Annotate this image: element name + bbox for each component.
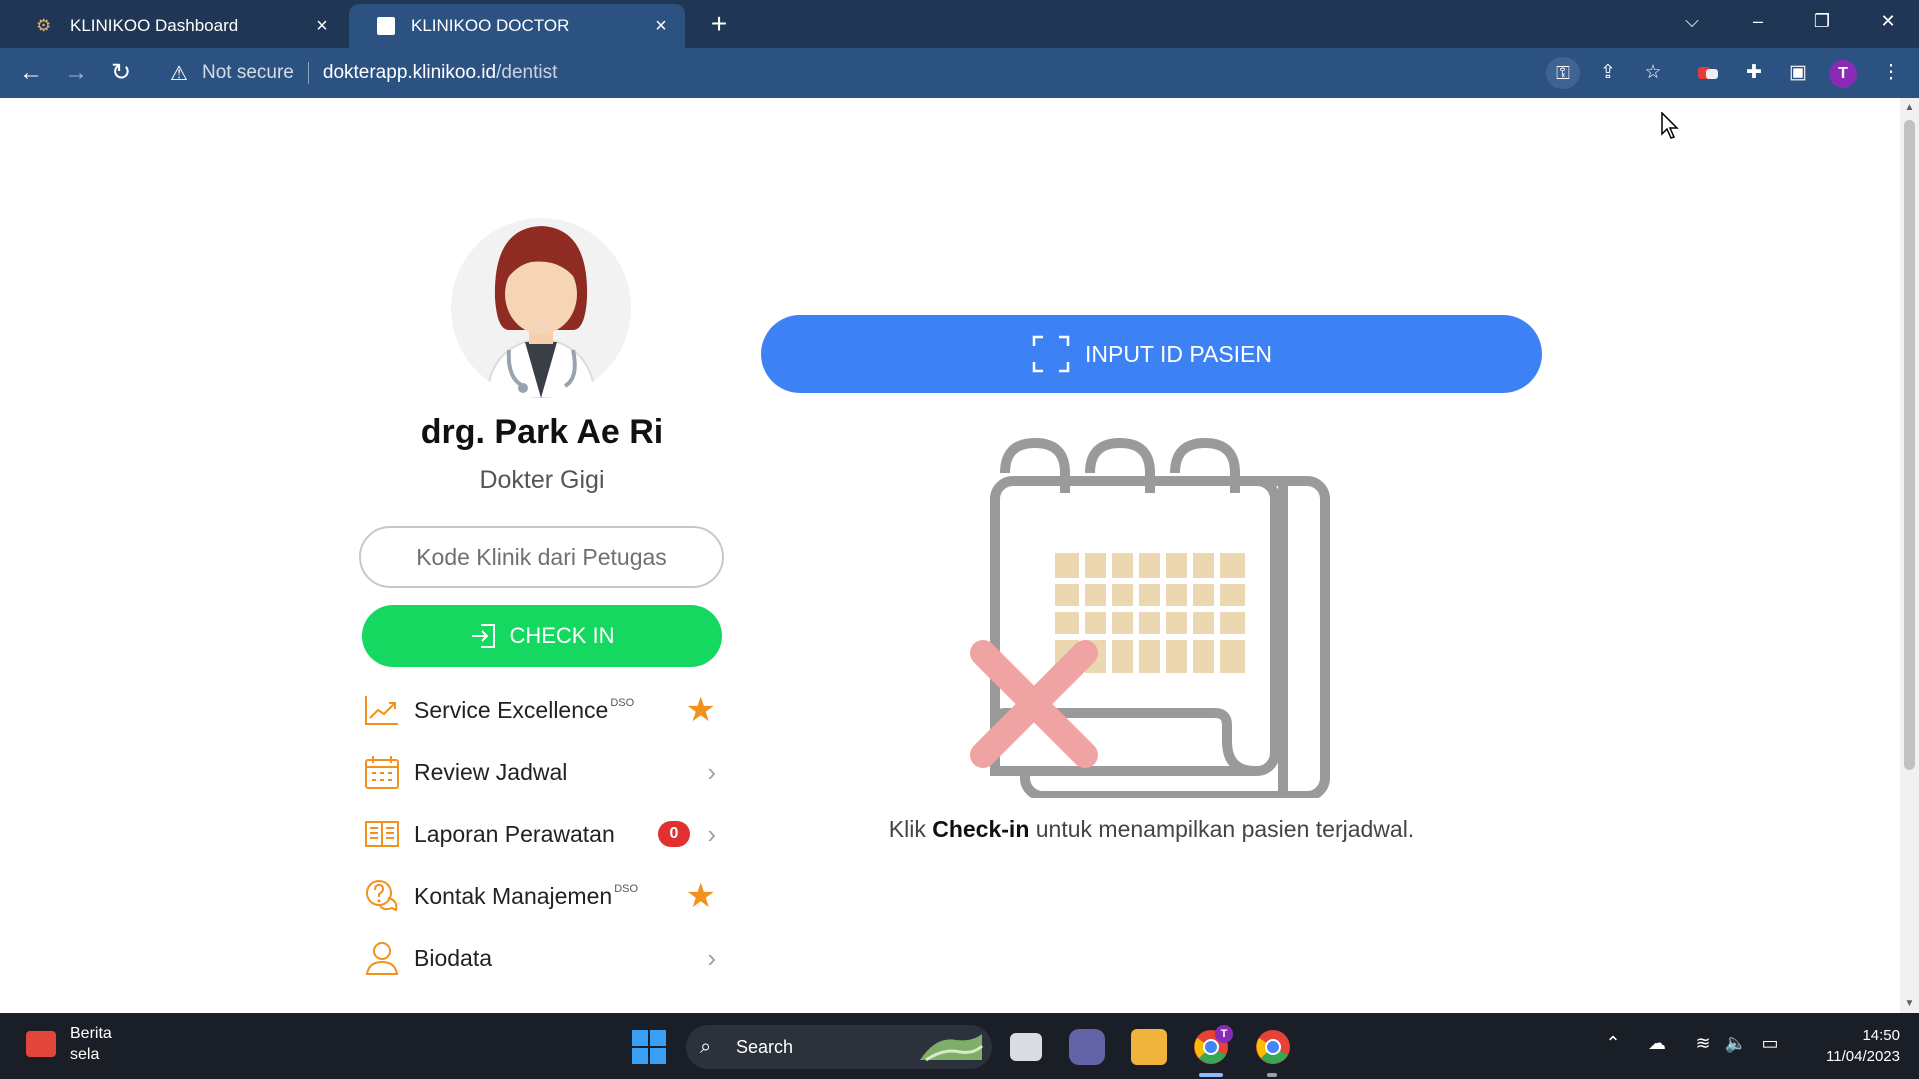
chevron-right-icon: › — [707, 942, 716, 973]
volume-icon[interactable]: 🔈 — [1722, 1033, 1750, 1054]
scrollbar-thumb[interactable] — [1904, 120, 1915, 770]
system-clock[interactable]: 14:50 11/04/2023 — [1790, 1025, 1900, 1067]
menu-item-label: Laporan Perawatan — [414, 820, 615, 847]
extension-icon[interactable] — [1697, 64, 1719, 82]
menu-item-kontak-manajemen[interactable]: Kontak Manajemen DSO ★ — [362, 871, 722, 921]
back-icon[interactable]: ← — [16, 58, 46, 88]
tab-title: KLINIKOO DOCTOR — [411, 16, 570, 35]
search-label: Search — [736, 1036, 794, 1057]
count-badge: 0 — [658, 821, 690, 847]
restore-icon[interactable]: ❐ — [1802, 6, 1842, 36]
scroll-up-arrow-icon[interactable]: ▲ — [1900, 102, 1919, 113]
doctor-name: drg. Park Ae Ri — [420, 413, 664, 451]
close-window-icon[interactable]: ✕ — [1868, 6, 1908, 36]
menu-item-laporan-perawatan[interactable]: Laporan Perawatan 0 › — [362, 809, 722, 859]
browser-tab-strip: ⚙ KLINIKOO Dashboard × KLINIKOO DOCTOR ×… — [0, 0, 1919, 48]
windows-taskbar: Berita sela ⌕ Search T ⌃ ☁ ≋ 🔈 ▭ 14:50 1… — [0, 1013, 1919, 1079]
menu-item-label: Biodata — [414, 944, 493, 971]
chrome-icon[interactable] — [1255, 1029, 1291, 1065]
task-view-icon[interactable] — [1010, 1033, 1042, 1061]
tab-title: KLINIKOO Dashboard — [70, 16, 239, 35]
search-highlight-image — [920, 1034, 984, 1062]
tab-klinikoo-dashboard[interactable]: ⚙ KLINIKOO Dashboard × — [8, 4, 346, 48]
security-label: Not secure — [202, 62, 294, 83]
clock-time: 14:50 — [1862, 1027, 1900, 1044]
check-in-label: CHECK IN — [509, 623, 615, 648]
bookmark-star-icon[interactable]: ☆ — [1638, 58, 1668, 88]
news-widget[interactable]: Berita sela — [26, 1023, 112, 1065]
show-hidden-icons-icon[interactable]: ⌃ — [1599, 1033, 1627, 1054]
user-icon — [365, 942, 399, 975]
url-host: dokterapp.klinikoo.id — [322, 62, 497, 83]
news-icon — [26, 1031, 56, 1057]
wifi-icon[interactable]: ≋ — [1689, 1033, 1717, 1054]
empty-state-hint: Klik Check-in untuk menampilkan pasien t… — [888, 816, 1415, 842]
clock-date: 11/04/2023 — [1826, 1048, 1900, 1065]
active-app-indicator — [1199, 1073, 1223, 1077]
dso-superscript: DSO — [610, 696, 635, 709]
taskbar-search[interactable]: ⌕ Search — [686, 1025, 992, 1069]
mouse-cursor-icon — [1661, 112, 1679, 139]
tab-klinikoo-doctor[interactable]: KLINIKOO DOCTOR × — [349, 4, 685, 48]
menu-item-label: Kontak Manajemen DSO — [414, 882, 639, 909]
news-title: Berita — [70, 1025, 112, 1042]
scan-icon — [1032, 335, 1070, 373]
input-patient-id-button[interactable]: INPUT ID PASIEN — [761, 315, 1542, 393]
menu-item-label: Service Excellence DSO — [414, 696, 635, 723]
password-key-icon[interactable]: ⚿ — [1546, 57, 1580, 89]
calendar-icon — [365, 756, 399, 789]
battery-icon[interactable]: ▭ — [1756, 1033, 1784, 1054]
onedrive-cloud-icon[interactable]: ☁ — [1643, 1033, 1671, 1054]
more-menu-icon[interactable]: ⋮ — [1876, 58, 1906, 88]
file-explorer-icon[interactable] — [1131, 1029, 1167, 1065]
reload-icon[interactable]: ↻ — [106, 58, 136, 88]
windows-start-icon[interactable] — [631, 1029, 667, 1065]
dso-superscript: DSO — [614, 882, 639, 895]
search-icon: ⌕ — [700, 1035, 712, 1058]
tab-search-icon[interactable]: ⌵ — [1672, 6, 1712, 36]
address-bar[interactable]: ⚠ Not secure dokterapp.klinikoo.id /dent… — [156, 54, 1606, 92]
chevron-right-icon: › — [707, 818, 716, 849]
star-icon: ★ — [685, 691, 716, 729]
warning-icon[interactable]: ⚠ — [168, 61, 190, 86]
book-icon — [365, 821, 399, 847]
chat-question-icon — [366, 880, 398, 912]
klinikoo-favicon-icon: ⚙ — [36, 16, 52, 35]
new-tab-button[interactable]: + — [703, 8, 735, 40]
browser-toolbar: ← → ↻ ⚠ Not secure dokterapp.klinikoo.id… — [0, 48, 1919, 98]
page-favicon-icon — [377, 17, 395, 35]
page-viewport: drg. Park Ae Ri Dokter Gigi CHECK IN Ser… — [0, 98, 1900, 1013]
scroll-down-arrow-icon[interactable]: ▼ — [1900, 998, 1919, 1009]
open-app-indicator — [1267, 1073, 1277, 1077]
extensions-puzzle-icon[interactable]: ✚ — [1739, 58, 1769, 88]
news-subtitle: sela — [70, 1046, 100, 1063]
login-icon — [472, 624, 496, 648]
chevron-right-icon: › — [707, 756, 716, 787]
url-path: /dentist — [496, 62, 558, 83]
hint-checkin-bold: Check-in — [932, 816, 1030, 842]
page-scrollbar[interactable]: ▲ ▼ — [1900, 98, 1919, 1013]
forward-icon[interactable]: → — [61, 58, 91, 88]
menu-item-service-excellence[interactable]: Service Excellence DSO ★ — [362, 685, 722, 735]
close-tab-icon[interactable]: × — [649, 15, 673, 38]
side-panel-icon[interactable]: ▣ — [1783, 58, 1813, 88]
minimize-icon[interactable]: – — [1738, 6, 1778, 36]
chrome-profile-badge: T — [1215, 1025, 1233, 1043]
profile-avatar[interactable]: T — [1829, 60, 1857, 88]
share-icon[interactable]: ⇪ — [1593, 58, 1623, 88]
check-in-button[interactable]: CHECK IN — [362, 605, 722, 667]
address-divider — [307, 62, 309, 84]
menu-item-review-jadwal[interactable]: Review Jadwal › — [362, 747, 722, 797]
clinic-code-input[interactable] — [359, 526, 724, 588]
chart-icon — [365, 696, 398, 725]
menu-item-biodata[interactable]: Biodata › — [362, 933, 722, 983]
close-tab-icon[interactable]: × — [310, 15, 334, 38]
doctor-avatar — [451, 218, 631, 398]
teams-chat-icon[interactable] — [1069, 1029, 1105, 1065]
star-icon: ★ — [685, 877, 716, 915]
menu-item-label: Review Jadwal — [414, 758, 568, 785]
empty-schedule-illustration — [970, 437, 1330, 798]
input-patient-id-label: INPUT ID PASIEN — [1084, 340, 1273, 367]
doctor-role: Dokter Gigi — [479, 466, 605, 494]
